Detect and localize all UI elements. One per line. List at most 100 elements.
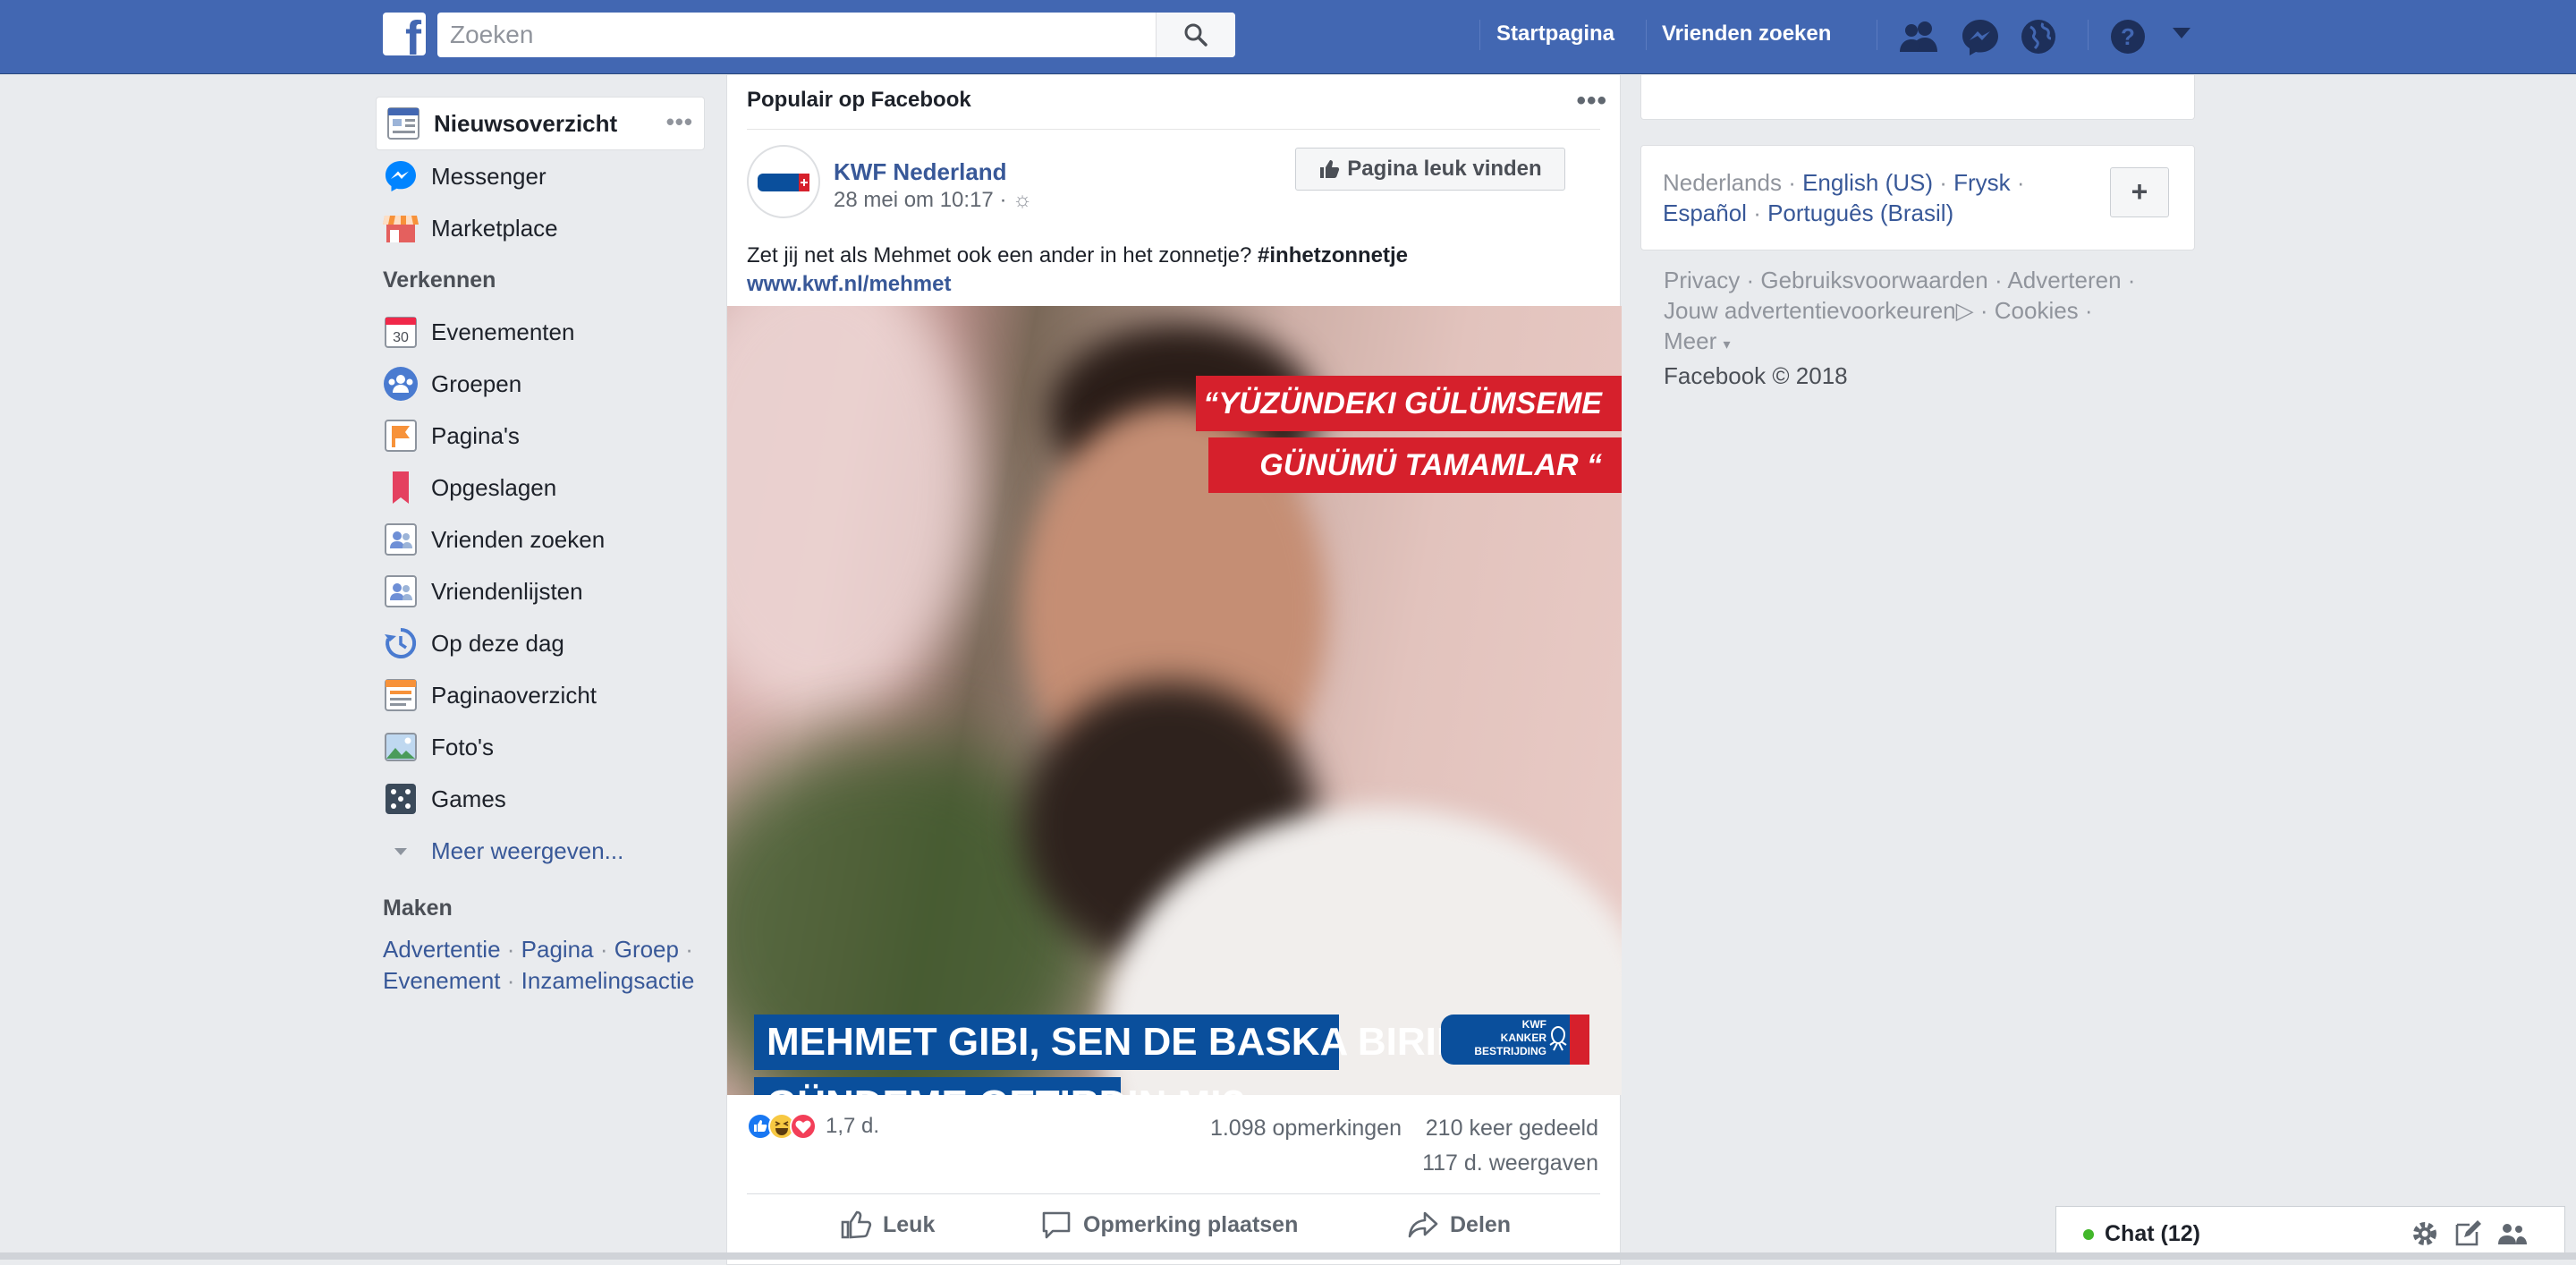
post-options-icon[interactable]: ••• bbox=[1576, 86, 1607, 116]
divider bbox=[747, 1193, 1600, 1194]
shares-count-link[interactable]: 210 keer gedeeld bbox=[1426, 1116, 1598, 1142]
views-count: 117 d. weergaven bbox=[1422, 1150, 1598, 1176]
language-link[interactable]: English (US) bbox=[1802, 169, 1933, 196]
search-button[interactable] bbox=[1156, 13, 1235, 57]
share-button[interactable]: Delen bbox=[1407, 1210, 1511, 1240]
search-input[interactable] bbox=[437, 13, 1153, 57]
love-reaction-icon bbox=[790, 1113, 817, 1140]
divider bbox=[747, 129, 1600, 130]
reactions-summary[interactable]: 1,7 d. bbox=[747, 1113, 879, 1140]
public-globe-icon: ☼ bbox=[1013, 188, 1033, 212]
chat-label: Chat (12) bbox=[2105, 1221, 2200, 1246]
facebook-logo[interactable]: f bbox=[383, 13, 426, 55]
right-card bbox=[1640, 75, 2195, 120]
page-avatar[interactable] bbox=[747, 145, 820, 218]
kwf-logo: KWF KANKER BESTRIJDING bbox=[1441, 1015, 1589, 1065]
sidebar-item-groups[interactable]: Groepen bbox=[374, 358, 707, 410]
top-navigation-bar: f Startpagina Vrienden zoeken ? bbox=[0, 0, 2576, 74]
caption-banner-line1: MEHMET GIBI, SEN DE BASKA BIRILERINI bbox=[754, 1015, 1565, 1070]
post-image[interactable]: “YÜZÜNDEKI GÜLÜMSEME GÜNÜMÜ TAMAMLAR “ M… bbox=[727, 306, 1622, 1095]
more-options-icon[interactable]: ••• bbox=[666, 108, 693, 136]
footer-link-privacy[interactable]: Privacy bbox=[1664, 267, 1740, 293]
footer-link-ad-choices[interactable]: Jouw advertentievoorkeuren bbox=[1664, 297, 1956, 324]
notifications-globe-icon[interactable] bbox=[2020, 18, 2057, 55]
sidebar-item-label: Paginaoverzicht bbox=[431, 681, 597, 709]
nav-separator bbox=[1646, 20, 1647, 50]
saved-bookmark-icon bbox=[393, 471, 409, 504]
compose-icon[interactable] bbox=[2453, 1219, 2482, 1248]
hashtag-link[interactable]: #inhetzonnetje bbox=[1258, 243, 1408, 267]
comments-count-link[interactable]: 1.098 opmerkingen bbox=[1210, 1116, 1402, 1142]
sidebar-item-pages[interactable]: Pagina's bbox=[374, 410, 707, 462]
home-link[interactable]: Startpagina bbox=[1496, 21, 1614, 50]
svg-text:30: 30 bbox=[393, 330, 409, 345]
sidebar-item-saved[interactable]: Opgeslagen bbox=[374, 462, 707, 514]
sidebar-item-games[interactable]: Games bbox=[374, 773, 707, 825]
friend-lists-icon bbox=[385, 575, 417, 607]
sidebar-item-news-feed[interactable]: Nieuwsoverzicht ••• bbox=[376, 97, 705, 150]
footer-link-terms[interactable]: Gebruiksvoorwaarden bbox=[1760, 267, 1987, 293]
footer-link-advertising[interactable]: Adverteren bbox=[2007, 267, 2121, 293]
sidebar-item-pages-feed[interactable]: Paginaoverzicht bbox=[374, 669, 707, 721]
comment-button[interactable]: Opmerking plaatsen bbox=[1040, 1210, 1298, 1240]
sidebar-item-find-friends[interactable]: Vrienden zoeken bbox=[374, 514, 707, 565]
sidebar-item-label: Op deze dag bbox=[431, 629, 564, 657]
sidebar-item-label: Marketplace bbox=[431, 214, 558, 242]
add-language-button[interactable]: + bbox=[2110, 167, 2169, 217]
dropdown-caret-icon[interactable] bbox=[2172, 27, 2191, 39]
copyright: Facebook © 2018 bbox=[1664, 362, 1848, 389]
language-link[interactable]: Español bbox=[1663, 200, 1747, 226]
svg-text:?: ? bbox=[2121, 23, 2135, 50]
language-link[interactable]: Português (Brasil) bbox=[1767, 200, 1953, 226]
create-group-link[interactable]: Groep bbox=[614, 936, 679, 963]
see-more-label: Meer weergeven... bbox=[431, 836, 624, 864]
sidebar-item-label: Evenementen bbox=[431, 318, 575, 345]
crab-emblem-icon bbox=[1549, 1025, 1567, 1051]
sidebar-item-label: Foto's bbox=[431, 733, 494, 760]
sidebar-item-events[interactable]: 30 Evenementen bbox=[374, 306, 707, 358]
chevron-down-icon bbox=[394, 848, 407, 855]
sidebar-item-marketplace[interactable]: Marketplace bbox=[374, 202, 707, 254]
window-bottom-edge bbox=[0, 1252, 2576, 1260]
post-timestamp[interactable]: 28 mei om 10:17 · ☼ bbox=[834, 188, 1032, 213]
sidebar-item-friend-lists[interactable]: Vriendenlijsten bbox=[374, 565, 707, 617]
thumbs-up-icon bbox=[1320, 160, 1340, 178]
sidebar-item-label: Nieuwsoverzicht bbox=[434, 109, 618, 137]
create-links: Advertentie · Pagina · Groep · Evenement … bbox=[383, 936, 695, 994]
post-section-header: Populair op Facebook bbox=[747, 88, 971, 112]
sidebar-item-on-this-day[interactable]: Op deze dag bbox=[374, 617, 707, 669]
create-event-link[interactable]: Evenement bbox=[383, 967, 501, 994]
page-name-link[interactable]: KWF Nederland bbox=[834, 158, 1007, 186]
find-friends-link[interactable]: Vrienden zoeken bbox=[1662, 21, 1831, 50]
language-link[interactable]: Frysk bbox=[1953, 169, 2011, 196]
nav-separator bbox=[1479, 20, 1480, 50]
gear-icon[interactable] bbox=[2411, 1219, 2439, 1248]
photos-icon bbox=[385, 733, 417, 761]
messenger-icon[interactable] bbox=[1961, 18, 2000, 55]
post-external-link[interactable]: www.kwf.nl/mehmet bbox=[747, 270, 1597, 299]
sidebar-item-label: Games bbox=[431, 785, 506, 812]
help-icon[interactable]: ? bbox=[2109, 18, 2147, 55]
footer-link-cookies[interactable]: Cookies bbox=[1995, 297, 2079, 324]
create-group-icon[interactable] bbox=[2496, 1219, 2529, 1248]
share-arrow-icon bbox=[1408, 1211, 1438, 1238]
nav-separator bbox=[2088, 20, 2089, 50]
sidebar-item-label: Messenger bbox=[431, 162, 547, 190]
chat-bar[interactable]: Chat (12) bbox=[2055, 1206, 2565, 1260]
pages-flag-icon bbox=[385, 420, 417, 452]
create-page-link[interactable]: Pagina bbox=[521, 936, 594, 963]
friend-requests-icon[interactable] bbox=[1898, 18, 1941, 54]
games-icon bbox=[386, 784, 416, 814]
create-ad-link[interactable]: Advertentie bbox=[383, 936, 501, 963]
footer-links: Privacy · Gebruiksvoorwaarden · Adverter… bbox=[1664, 265, 2182, 391]
sidebar-item-photos[interactable]: Foto's bbox=[374, 721, 707, 773]
create-fundraiser-link[interactable]: Inzamelingsactie bbox=[521, 967, 695, 994]
sidebar-item-messenger[interactable]: Messenger bbox=[374, 150, 707, 202]
like-button[interactable]: Leuk bbox=[840, 1210, 935, 1240]
footer-link-more[interactable]: Meer ▾ bbox=[1664, 327, 1731, 354]
post-text: Zet jij net als Mehmet ook een ander in … bbox=[747, 242, 1597, 299]
marketplace-icon bbox=[383, 216, 419, 242]
see-more-link[interactable]: Meer weergeven... bbox=[374, 825, 707, 877]
caption-banner-line2: GÜNDEME GETIRDIN MI? bbox=[754, 1077, 1245, 1095]
like-page-button[interactable]: Pagina leuk vinden bbox=[1295, 148, 1565, 191]
